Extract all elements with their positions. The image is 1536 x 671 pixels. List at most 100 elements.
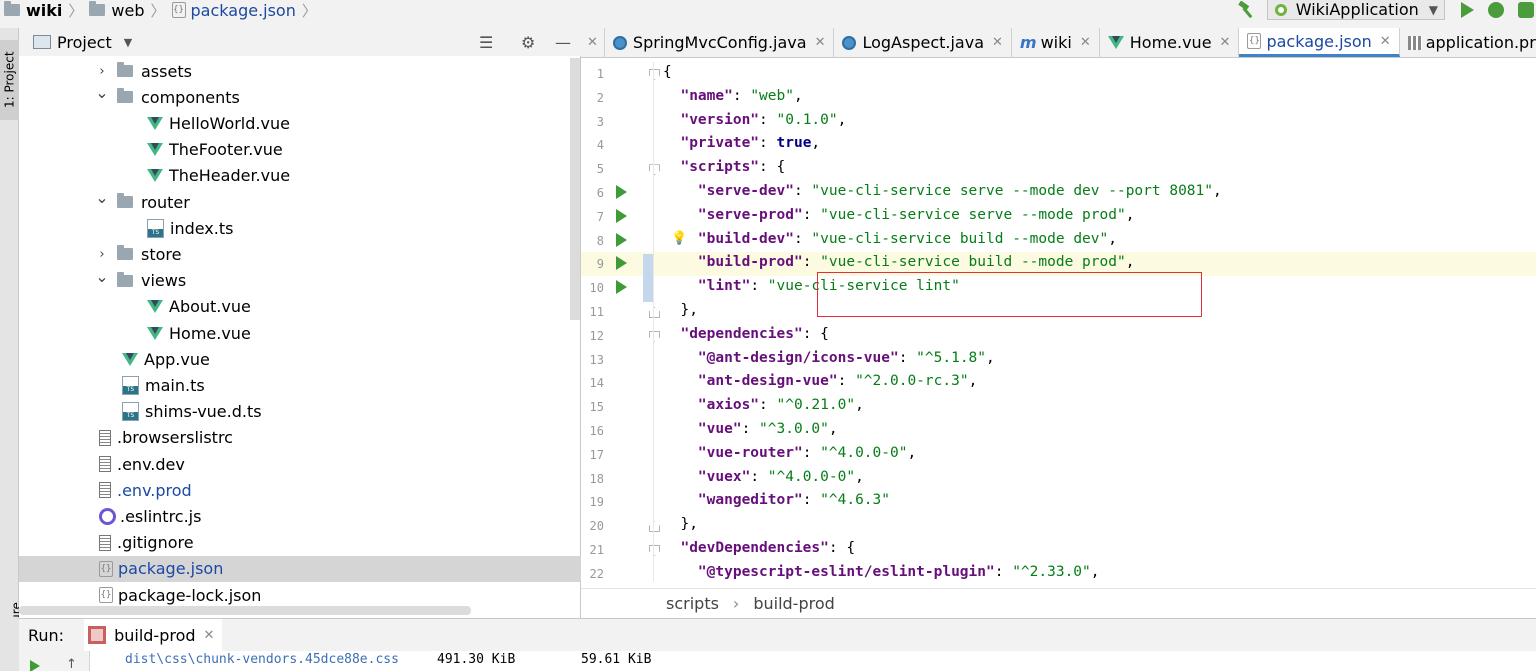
code-text: "devDependencies": { (663, 540, 856, 556)
fold-icon[interactable] (649, 69, 660, 80)
editor-tab[interactable]: {} package.json ✕ (1239, 28, 1400, 57)
project-panel-title[interactable]: Project (57, 33, 112, 52)
editor-tab[interactable]: Home.vue ✕ (1100, 28, 1240, 57)
unfold-icon[interactable] (649, 521, 660, 533)
code-area[interactable]: 22 "@typescript-eslint/eslint-plugin": "… (581, 62, 1536, 582)
code-line[interactable]: 17 "vue-router": "^4.0.0-0", (581, 443, 1536, 467)
fold-icon[interactable] (649, 330, 660, 342)
run-script-icon[interactable] (616, 185, 627, 199)
tree-item[interactable]: shims-vue.d.ts (19, 399, 581, 425)
tree-item[interactable]: .env.dev (19, 451, 581, 477)
line-number: 20 (589, 519, 604, 534)
close-icon[interactable]: ✕ (204, 628, 215, 643)
tree-item[interactable]: .browserslistrc (19, 425, 581, 451)
code-line[interactable]: 7 "serve-prod": "vue-cli-service serve -… (581, 205, 1536, 229)
tree-item[interactable]: About.vue (19, 294, 581, 320)
fold-icon[interactable] (649, 164, 660, 176)
tree-item[interactable]: ⌄ components (19, 84, 581, 110)
editor-tab[interactable]: LogAspect.java ✕ (834, 28, 1012, 57)
code-line[interactable]: 8 💡 "build-dev": "vue-cli-service build -… (581, 229, 1536, 253)
code-line[interactable]: 13 "@ant-design/icons-vue": "^5.1.8", (581, 348, 1536, 372)
fold-icon[interactable] (649, 545, 660, 556)
code-line[interactable]: 4 "private": true, (581, 133, 1536, 157)
project-tool-window-tab[interactable]: 1: Project (0, 40, 19, 120)
tab-close-previous[interactable]: ✕ (581, 28, 605, 57)
code-line[interactable]: 14 "ant-design-vue": "^2.0.0-rc.3", (581, 371, 1536, 395)
close-icon[interactable]: ✕ (1220, 35, 1231, 50)
project-folder-icon (4, 1, 20, 16)
editor-breadcrumb-build-prod[interactable]: build-prod (753, 594, 834, 613)
code-line[interactable]: 2 "name": "web", (581, 86, 1536, 110)
coverage-icon[interactable] (1518, 2, 1534, 18)
tree-item[interactable]: index.ts (19, 215, 581, 241)
tree-item[interactable]: Home.vue (19, 320, 581, 346)
close-icon[interactable]: ✕ (992, 35, 1003, 50)
chevron-down-icon[interactable]: ⌄ (95, 268, 109, 284)
tree-item[interactable]: › assets (19, 58, 581, 84)
code-line[interactable]: 12 "dependencies": { (581, 324, 1536, 348)
hammer-icon[interactable] (1237, 1, 1257, 19)
vue-file-icon (147, 143, 163, 157)
collapse-all-icon[interactable]: ☰ (479, 33, 493, 52)
tree-item[interactable]: .eslintrc.js (19, 503, 581, 529)
tree-item[interactable]: {} package-lock.json (19, 582, 581, 608)
tree-item[interactable]: TheHeader.vue (19, 163, 581, 189)
code-line[interactable]: 5 "scripts": { (581, 157, 1536, 181)
editor-tab[interactable]: SpringMvcConfig.java ✕ (605, 28, 835, 57)
console-output-path[interactable]: dist\css\chunk-vendors.45dce88e.css (125, 652, 399, 667)
code-text: }, (663, 302, 698, 318)
chevron-down-icon[interactable]: ▼ (124, 36, 132, 49)
code-line[interactable]: 6 "serve-dev": "vue-cli-service serve --… (581, 181, 1536, 205)
tree-item[interactable]: .gitignore (19, 530, 581, 556)
run-script-icon[interactable] (616, 208, 627, 223)
chevron-right-icon[interactable]: › (95, 64, 109, 79)
run-script-icon[interactable] (616, 232, 627, 247)
code-line[interactable]: 15 "axios": "^0.21.0", (581, 395, 1536, 419)
code-line[interactable]: 18 "vuex": "^4.0.0-0", (581, 467, 1536, 491)
minimize-icon[interactable]: — (555, 33, 571, 52)
breadcrumb-file[interactable]: package.json (191, 1, 296, 20)
debug-icon[interactable] (1488, 2, 1504, 18)
tree-item[interactable]: ⌄ views (19, 268, 581, 294)
close-icon[interactable]: ✕ (587, 35, 598, 50)
run-toolbar: WikiApplication ▼ (1237, 0, 1536, 20)
code-line[interactable]: 1{ (581, 62, 1536, 86)
tree-item[interactable]: App.vue (19, 346, 581, 372)
rerun-icon[interactable] (30, 660, 40, 671)
run-script-icon[interactable] (616, 256, 627, 271)
vertical-scrollbar[interactable] (570, 58, 580, 320)
breadcrumb-project[interactable]: wiki (26, 1, 62, 20)
unfold-icon[interactable] (649, 307, 660, 318)
run-icon[interactable] (1461, 2, 1474, 18)
tree-item[interactable]: {} package.json (19, 555, 581, 582)
tree-item[interactable]: main.ts (19, 372, 581, 398)
code-text: "ant-design-vue": "^2.0.0-rc.3", (663, 373, 978, 390)
code-line[interactable]: 3 "version": "0.1.0", (581, 110, 1536, 134)
run-script-icon[interactable] (616, 280, 627, 295)
code-line[interactable]: 19 "wangeditor": "^4.6.3" (581, 490, 1536, 514)
chevron-down-icon[interactable]: ⌄ (95, 190, 109, 206)
code-line[interactable]: 20 }, (581, 514, 1536, 538)
code-line[interactable]: 16 "vue": "^3.0.0", (581, 419, 1536, 443)
chevron-down-icon[interactable]: ⌄ (95, 85, 109, 101)
close-icon[interactable]: ✕ (1380, 34, 1391, 49)
close-icon[interactable]: ✕ (815, 35, 826, 50)
chevron-right-icon[interactable]: › (95, 247, 109, 262)
code-line[interactable]: 22 "@typescript-eslint/eslint-plugin": "… (581, 562, 1536, 586)
run-tab-build-prod[interactable]: build-prod ✕ (84, 618, 223, 652)
editor-tab[interactable]: application.prope (1400, 28, 1536, 57)
tree-item[interactable]: TheFooter.vue (19, 137, 581, 163)
editor-tab[interactable]: m wiki ✕ (1012, 28, 1100, 57)
editor-breadcrumb-scripts[interactable]: scripts (666, 594, 719, 613)
tree-item[interactable]: › store (19, 241, 581, 267)
run-configuration-select[interactable]: WikiApplication ▼ (1266, 0, 1445, 20)
gear-icon[interactable]: ⚙ (521, 33, 535, 52)
tree-item[interactable]: HelloWorld.vue (19, 110, 581, 136)
tree-item[interactable]: ⌄ router (19, 189, 581, 215)
horizontal-scrollbar[interactable] (19, 606, 471, 615)
code-line[interactable]: 21 "devDependencies": { (581, 538, 1536, 562)
tree-item[interactable]: .env.prod (19, 477, 581, 503)
arrow-up-icon[interactable]: ↑ (66, 657, 77, 671)
breadcrumb-folder[interactable]: web (111, 1, 144, 20)
close-icon[interactable]: ✕ (1080, 35, 1091, 50)
